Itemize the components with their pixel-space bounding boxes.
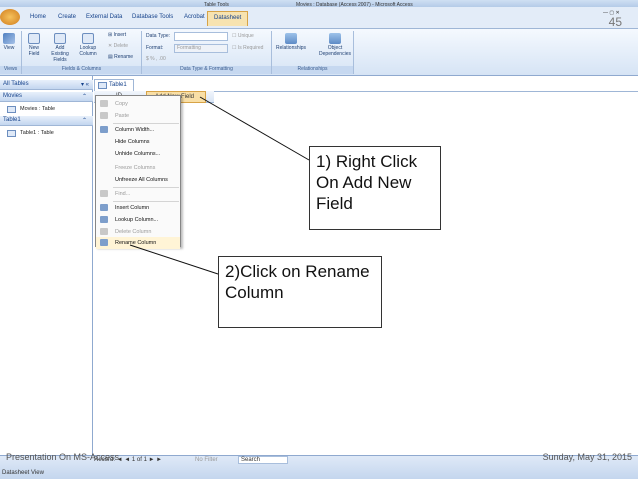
filter-status[interactable]: No Filter [195, 457, 218, 463]
format-select[interactable]: Formatting [174, 44, 228, 53]
menu-item-hide-columns[interactable]: Hide Columns [96, 136, 180, 148]
insert-column-icon [100, 204, 108, 211]
column-width-icon [100, 126, 108, 133]
tab-external-data[interactable]: External Data [80, 11, 128, 26]
menu-item-find[interactable]: Find... [96, 188, 180, 200]
menu-item-unhide-columns[interactable]: Unhide Columns... [96, 148, 180, 160]
new-field-button[interactable]: New Field [26, 33, 42, 57]
nav-group-movies[interactable]: Movies ⌃ [0, 92, 93, 102]
menu-item-freeze-columns[interactable]: Freeze Columns [96, 162, 180, 174]
group-fields-columns: New Field Add Existing Fields Lookup Col… [22, 31, 142, 74]
nav-pane-header[interactable]: All Tables ▾ « [0, 80, 93, 90]
unique-checkbox[interactable]: ☐ Unique [232, 33, 254, 39]
object-dependencies-button[interactable]: Object Dependencies [318, 33, 352, 57]
tab-home[interactable]: Home [24, 11, 52, 26]
data-type-select[interactable] [174, 32, 228, 41]
status-view-label: Datasheet View [2, 470, 44, 476]
document-tab-table1[interactable]: Table1 [94, 79, 134, 91]
menu-item-copy[interactable]: Copy [96, 98, 180, 110]
group-views: View Views [0, 31, 22, 74]
relationships-icon [285, 33, 298, 44]
context-menu: Copy Paste Column Width... Hide Columns … [95, 95, 181, 249]
is-required-checkbox[interactable]: ☐ Is Required [232, 45, 263, 51]
menu-item-unfreeze-all-columns[interactable]: Unfreeze All Columns [96, 174, 180, 186]
object-dependencies-icon [329, 33, 341, 44]
navigation-pane: All Tables ▾ « Movies ⌃ Movies : Table T… [0, 76, 93, 464]
format-label: Format: [146, 45, 164, 51]
nav-item-movies-table[interactable]: Movies : Table [0, 104, 93, 114]
nav-item-table1-table[interactable]: Table1 : Table [0, 128, 93, 138]
menu-item-rename-column[interactable]: Rename Column [96, 237, 180, 249]
delete-column-icon [100, 228, 108, 235]
ribbon-tab-row: Home Create External Data Database Tools… [0, 2, 638, 29]
data-type-label: Data Type: [146, 33, 171, 39]
paste-icon [100, 112, 108, 119]
lookup-column-button[interactable]: Lookup Column [77, 33, 99, 57]
context-tab-label: Table Tools [204, 2, 229, 8]
lookup-column-icon [100, 216, 108, 223]
search-input[interactable]: Search [238, 456, 288, 464]
menu-item-paste[interactable]: Paste [96, 110, 180, 122]
collapse-icon: ⌃ [81, 118, 87, 124]
table-icon [98, 82, 107, 89]
binoculars-icon [100, 190, 108, 197]
rename-column-icon [100, 239, 108, 246]
copy-icon [100, 100, 108, 107]
callout-rename-column: 2)Click on Rename Column [218, 256, 382, 328]
office-button[interactable] [0, 9, 20, 25]
menu-item-column-width[interactable]: Column Width... [96, 124, 180, 136]
table-icon [7, 130, 16, 137]
nav-group-table1[interactable]: Table1 ⌃ [0, 116, 93, 126]
group-label-views: Views [0, 66, 21, 74]
table-icon [7, 106, 16, 113]
group-label-fields-columns: Fields & Columns [22, 66, 141, 74]
slide-footer-right: Sunday, May 31, 2015 [542, 452, 632, 462]
new-field-icon [28, 33, 40, 44]
rename-button[interactable]: ▤ Rename [108, 54, 133, 60]
slide-footer-left: Presentation On MS-Access [6, 452, 120, 462]
insert-button[interactable]: ⊞ Insert [108, 32, 126, 38]
group-data-type: Data Type: Format: Formatting $ % , .00 … [142, 31, 272, 74]
view-button[interactable]: View [3, 33, 15, 51]
menu-item-lookup-column[interactable]: Lookup Column... [96, 214, 180, 226]
relationships-button[interactable]: Relationships [276, 33, 306, 51]
number-format-icons[interactable]: $ % , .00 [146, 56, 166, 62]
collapse-icon: ⌃ [81, 94, 87, 100]
add-existing-fields-icon [54, 33, 66, 44]
delete-button[interactable]: ✕ Delete [108, 43, 128, 49]
group-relationships: Relationships Object Dependencies Relati… [272, 31, 354, 74]
lookup-column-icon [82, 33, 94, 44]
ribbon: View Views New Field Add Existing Fields… [0, 29, 638, 76]
tab-database-tools[interactable]: Database Tools [126, 11, 179, 26]
group-label-relationships: Relationships [272, 66, 353, 74]
menu-item-insert-column[interactable]: Insert Column [96, 202, 180, 214]
slide-page-number: 45 [608, 15, 622, 29]
group-label-data-type: Data Type & Formatting [142, 66, 271, 74]
view-icon [3, 33, 15, 44]
add-existing-fields-button[interactable]: Add Existing Fields [48, 33, 72, 63]
window-title: Movies : Database (Access 2007) - Micros… [296, 2, 413, 8]
nav-pane-chevron-icon[interactable]: ▾ « [81, 81, 89, 88]
callout-right-click: 1) Right Click On Add New Field [309, 146, 441, 230]
tab-create[interactable]: Create [52, 11, 82, 26]
